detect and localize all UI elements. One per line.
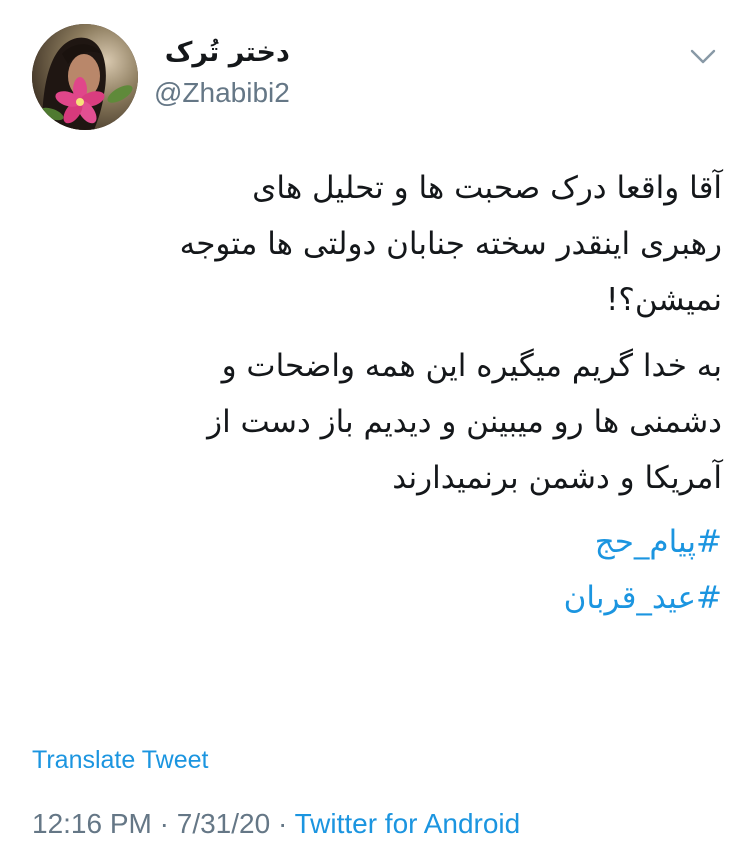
tweet-line: آقا واقعا درک صحبت ها و تحلیل های xyxy=(252,170,722,206)
translate-tweet-link[interactable]: Translate Tweet xyxy=(32,746,208,775)
avatar[interactable] xyxy=(32,24,138,130)
hashtag-link[interactable]: #پیام_حج xyxy=(32,514,722,570)
user-handle[interactable]: @Zhabibi2 xyxy=(154,76,290,110)
user-info: دختر تُرک @Zhabibi2 xyxy=(154,36,290,110)
tweet-source-link[interactable]: Twitter for Android xyxy=(295,808,521,839)
display-name[interactable]: دختر تُرک xyxy=(154,36,290,70)
tweet-text: آقا واقعا درک صحبت ها و تحلیل های رهبری … xyxy=(32,160,722,626)
meta-separator: · xyxy=(277,808,288,839)
tweet-line: دشمنی ها رو میبینن و دیدیم باز دست از xyxy=(207,404,722,440)
chevron-down-icon[interactable] xyxy=(688,46,718,68)
tweet-time[interactable]: 12:16 PM xyxy=(32,808,152,839)
tweet-card: دختر تُرک @Zhabibi2 آقا واقعا درک صحبت ه… xyxy=(0,0,750,858)
hashtag-list: #پیام_حج #عید_قربان xyxy=(32,514,722,626)
tweet-paragraph: آقا واقعا درک صحبت ها و تحلیل های رهبری … xyxy=(32,160,722,328)
tweet-paragraph: به خدا گریم میگیره این همه واضحات و دشمن… xyxy=(32,338,722,506)
tweet-date[interactable]: 7/31/20 xyxy=(177,808,270,839)
tweet-header: دختر تُرک @Zhabibi2 xyxy=(32,24,722,134)
tweet-meta: 12:16 PM · 7/31/20 · Twitter for Android xyxy=(32,808,520,840)
tweet-line: رهبری اینقدر سخته جنابان دولتی ها متوجه xyxy=(179,226,722,262)
meta-separator: · xyxy=(159,808,169,839)
avatar-image xyxy=(32,24,138,130)
tweet-line: آمریکا و دشمن برنمیدارند xyxy=(392,460,722,496)
tweet-line: به خدا گریم میگیره این همه واضحات و xyxy=(221,348,722,384)
hashtag-link[interactable]: #عید_قربان xyxy=(32,570,722,626)
tweet-line: نمیشن؟! xyxy=(605,282,722,318)
